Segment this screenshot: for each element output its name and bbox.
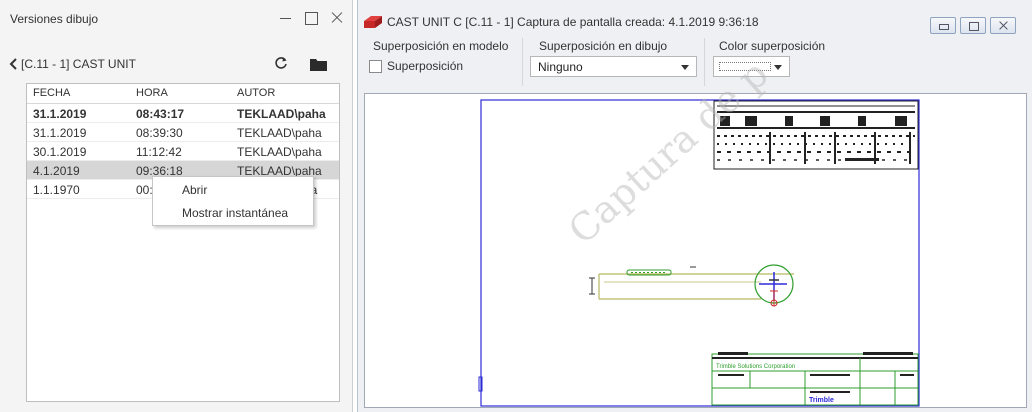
window-titlebar: CAST UNIT C [C.11 - 1] Captura de pantal… [358, 12, 1032, 34]
back-chevron-icon[interactable] [8, 57, 20, 71]
close-button[interactable] [328, 9, 346, 27]
folder-icon[interactable] [310, 58, 327, 71]
cell-fecha: 30.1.2019 [33, 145, 87, 159]
panel-title: Versiones dibujo [10, 12, 99, 26]
minimize-button[interactable] [277, 9, 295, 27]
column-header-autor[interactable]: AUTOR [237, 87, 275, 99]
chevron-down-icon [681, 65, 689, 70]
table-row[interactable]: 30.1.2019 11:12:42 TEKLAAD\paha [27, 142, 339, 161]
overlay-drawing-value: Ninguno [538, 60, 583, 74]
refresh-icon[interactable] [273, 55, 289, 71]
maximize-button[interactable] [302, 9, 320, 27]
drawing-name: [C.11 - 1] CAST UNIT [21, 57, 136, 71]
cell-fecha: 1.1.1970 [33, 183, 80, 197]
panel-nav: [C.11 - 1] CAST UNIT [0, 50, 353, 78]
overlay-color-label: Color superposición [719, 39, 826, 53]
chevron-down-icon [774, 65, 782, 70]
toolbar-separator [522, 38, 523, 86]
column-header-hora[interactable]: HORA [136, 87, 168, 99]
title-block-company: Trimble Solutions Corporation [716, 364, 795, 370]
cell-autor: TEKLAAD\paha [237, 145, 322, 159]
cell-autor: TEKLAAD\paha [237, 126, 322, 140]
snapshot-window: CAST UNIT C [C.11 - 1] Captura de pantal… [357, 0, 1032, 412]
table-header: FECHA HORA AUTOR [27, 84, 339, 104]
cell-hora: 08:39:30 [136, 126, 183, 140]
cell-fecha: 4.1.2019 [33, 164, 80, 178]
cell-fecha: 31.1.2019 [33, 107, 87, 121]
window-maximize-button[interactable] [960, 17, 986, 34]
overlay-drawing-select[interactable]: Ninguno [530, 56, 697, 77]
trimble-logo: Trimble [809, 397, 834, 404]
table-row[interactable]: 31.1.2019 08:39:30 TEKLAAD\paha [27, 123, 339, 142]
cell-fecha: 31.1.2019 [33, 126, 87, 140]
window-minimize-button[interactable] [930, 17, 956, 34]
menu-item-show-snapshot[interactable]: Mostrar instantánea [182, 206, 288, 220]
table-row[interactable]: 31.1.2019 08:43:17 TEKLAAD\paha [27, 104, 339, 123]
panel-titlebar: Versiones dibujo [0, 0, 353, 38]
drawing-canvas[interactable]: Trimble Solutions Corporation Trimble Ca… [364, 51, 1027, 408]
window-title: CAST UNIT C [C.11 - 1] Captura de pantal… [387, 15, 759, 29]
versions-table: FECHA HORA AUTOR 31.1.2019 08:43:17 TEKL… [26, 83, 340, 402]
window-controls [930, 17, 1024, 37]
column-header-fecha[interactable]: FECHA [33, 87, 70, 99]
overlay-drawing-label: Superposición en dibujo [539, 39, 668, 53]
overlay-checkbox[interactable] [369, 60, 382, 73]
overlay-checkbox-label[interactable]: Superposición [387, 59, 463, 73]
window-close-button[interactable] [990, 17, 1016, 34]
cast-unit-icon [364, 16, 382, 28]
cell-hora: 11:12:42 [136, 145, 182, 159]
toolbar-separator [704, 38, 705, 86]
cell-autor: TEKLAAD\paha [237, 107, 326, 121]
menu-item-open[interactable]: Abrir [182, 183, 207, 197]
context-menu: Abrir Mostrar instantánea [152, 176, 314, 226]
overlay-model-label: Superposición en modelo [373, 39, 509, 53]
cell-hora: 08:43:17 [136, 107, 185, 121]
drawing-versions-panel: Versiones dibujo [C.11 - 1] CAST UNIT FE… [0, 0, 353, 412]
